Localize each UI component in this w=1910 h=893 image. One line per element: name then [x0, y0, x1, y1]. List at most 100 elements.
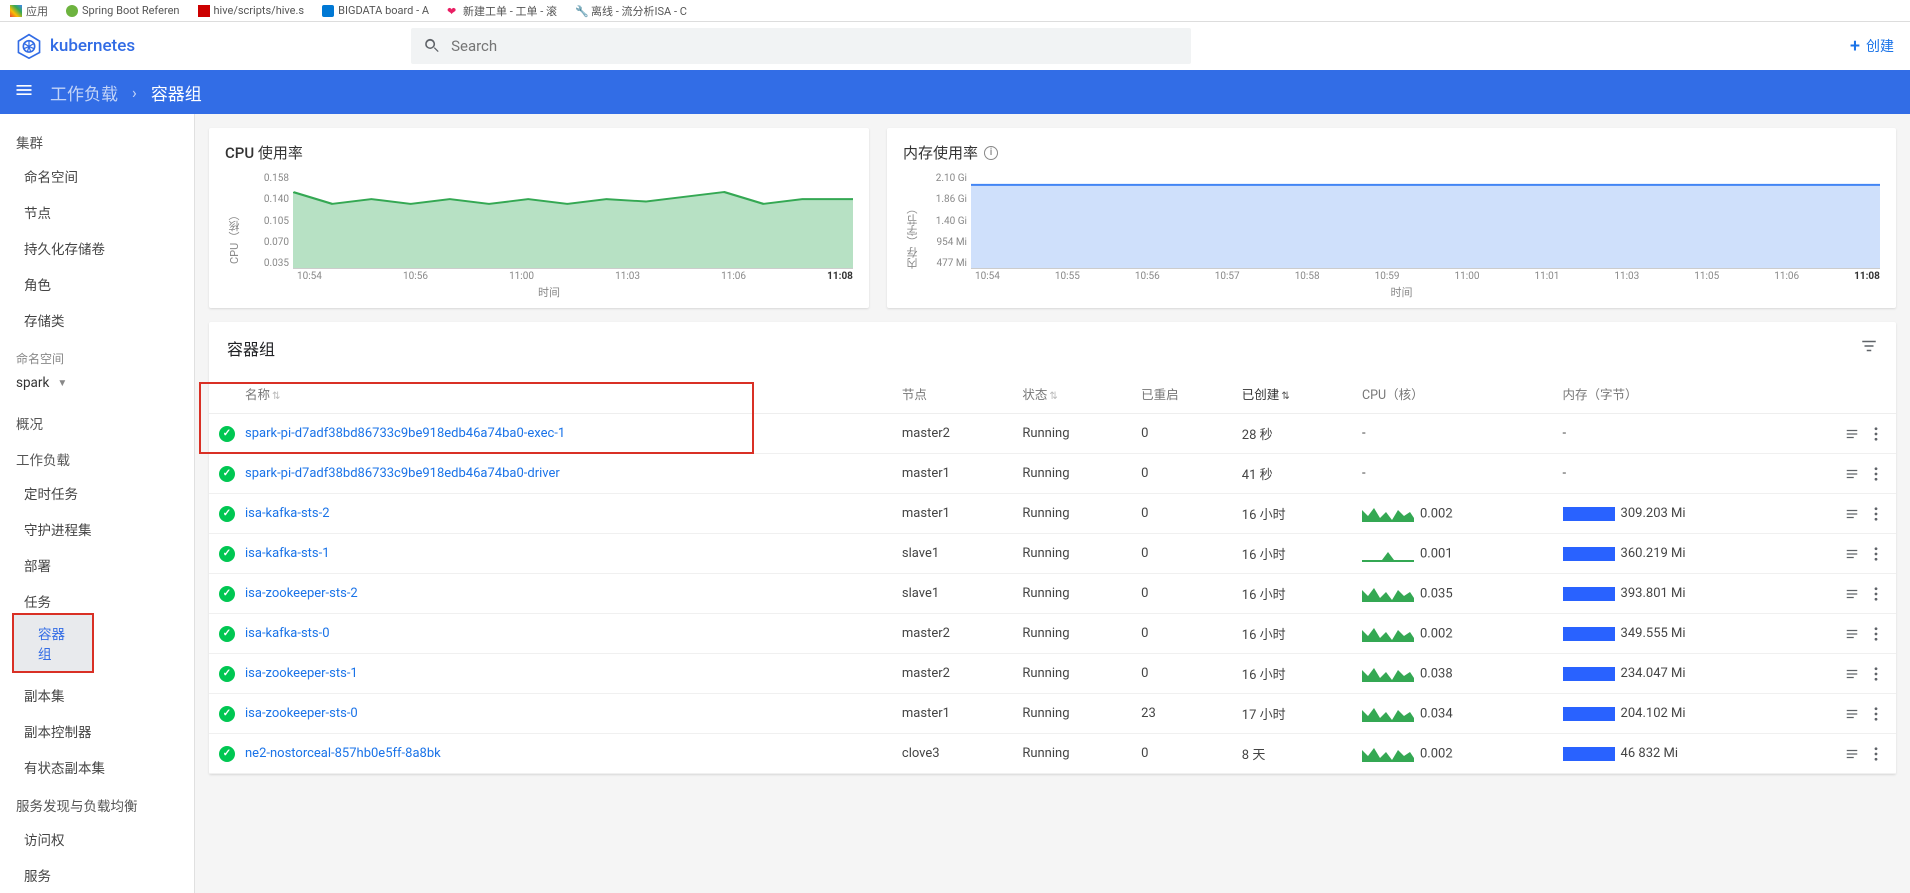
cell-cpu: 0.002: [1354, 614, 1555, 654]
sidebar-item-rc[interactable]: 副本控制器: [0, 713, 194, 749]
th-name[interactable]: 名称⇅: [209, 374, 894, 414]
logs-icon[interactable]: [1844, 426, 1860, 441]
search-input[interactable]: [451, 37, 1179, 55]
pod-link[interactable]: spark-pi-d7adf38bd86733c9be918edb46a74ba…: [245, 426, 565, 441]
browser-tabs: 应用 Spring Boot Referen hive/scripts/hive…: [0, 0, 1910, 22]
pod-link[interactable]: isa-kafka-sts-2: [245, 506, 330, 521]
logo[interactable]: kubernetes: [16, 33, 135, 59]
status-ok-icon: [219, 426, 235, 442]
th-created[interactable]: 已创建⇅: [1234, 374, 1354, 414]
table-row: ne2-nostorceal-857hb0e5ff-8a8bkclove3Run…: [209, 734, 1896, 774]
cell-restarts: 0: [1133, 414, 1234, 454]
cell-restarts: 0: [1133, 734, 1234, 774]
pod-link[interactable]: ne2-nostorceal-857hb0e5ff-8a8bk: [245, 746, 441, 761]
cell-cpu: 0.002: [1354, 494, 1555, 534]
mem-xlabel: 时间: [923, 284, 1880, 300]
cpu-yticks: 0.158 0.140 0.105 0.070 0.035: [245, 173, 293, 269]
namespace-select[interactable]: spark ▼: [0, 371, 194, 403]
plus-icon: +: [1850, 36, 1860, 57]
pod-link[interactable]: spark-pi-d7adf38bd86733c9be918edb46a74ba…: [245, 466, 560, 481]
cell-created: 16 小时: [1234, 534, 1354, 574]
cpu-xlabel: 时间: [245, 284, 853, 300]
pod-link[interactable]: isa-zookeeper-sts-2: [245, 586, 358, 601]
more-icon[interactable]: [1874, 706, 1878, 721]
cell-node: master1: [894, 694, 1014, 734]
th-mem[interactable]: 内存（字节）: [1555, 374, 1816, 414]
pod-link[interactable]: isa-kafka-sts-0: [245, 626, 330, 641]
logs-icon[interactable]: [1844, 706, 1860, 721]
logs-icon[interactable]: [1844, 466, 1860, 481]
cell-status: Running: [1014, 614, 1133, 654]
cell-node: master1: [894, 454, 1014, 494]
browser-tab[interactable]: 离线 - 流分析ISA - C: [591, 3, 687, 19]
logs-icon[interactable]: [1844, 506, 1860, 521]
create-button[interactable]: + 创建: [1850, 36, 1894, 57]
cell-created: 8 天: [1234, 734, 1354, 774]
sidebar-item-storageclass[interactable]: 存储类: [0, 302, 194, 338]
cell-mem: 360.219 Mi: [1555, 534, 1816, 574]
search-icon: [423, 37, 441, 55]
app-topbar: kubernetes + 创建: [0, 22, 1910, 70]
cell-created: 17 小时: [1234, 694, 1354, 734]
sidebar-item-namespaces[interactable]: 命名空间: [0, 158, 194, 194]
more-icon[interactable]: [1874, 506, 1878, 521]
sidebar-item-daemonsets[interactable]: 守护进程集: [0, 511, 194, 547]
breadcrumb-parent[interactable]: 工作负载: [50, 80, 118, 105]
logs-icon[interactable]: [1844, 626, 1860, 641]
sidebar-item-pods[interactable]: 容器组: [14, 615, 92, 671]
th-node[interactable]: 节点: [894, 374, 1014, 414]
pod-link[interactable]: isa-kafka-sts-1: [245, 546, 330, 561]
sidebar-item-deployments[interactable]: 部署: [0, 547, 194, 583]
status-ok-icon: [219, 546, 235, 562]
cell-mem: 349.555 Mi: [1555, 614, 1816, 654]
search-box[interactable]: [411, 28, 1191, 64]
th-cpu[interactable]: CPU（核）: [1354, 374, 1555, 414]
dropdown-icon: ▼: [57, 378, 67, 389]
cell-mem: -: [1555, 414, 1816, 454]
browser-tab[interactable]: Spring Boot Referen: [82, 4, 180, 17]
browser-tab[interactable]: hive/scripts/hive.s: [214, 4, 305, 17]
logs-icon[interactable]: [1844, 546, 1860, 561]
cell-node: master2: [894, 614, 1014, 654]
cell-node: master1: [894, 494, 1014, 534]
browser-tab[interactable]: 应用: [26, 3, 48, 19]
more-icon[interactable]: [1874, 626, 1878, 641]
sidebar-item-statefulsets[interactable]: 有状态副本集: [0, 749, 194, 785]
more-icon[interactable]: [1874, 546, 1878, 561]
browser-tab[interactable]: BIGDATA board - A: [338, 4, 429, 17]
pod-link[interactable]: isa-zookeeper-sts-0: [245, 706, 358, 721]
sidebar-item-cronjobs[interactable]: 定时任务: [0, 475, 194, 511]
logs-icon[interactable]: [1844, 586, 1860, 601]
status-ok-icon: [219, 506, 235, 522]
more-icon[interactable]: [1874, 746, 1878, 761]
sidebar-item-pv[interactable]: 持久化存储卷: [0, 230, 194, 266]
cell-mem: 309.203 Mi: [1555, 494, 1816, 534]
more-icon[interactable]: [1874, 586, 1878, 601]
sidebar-item-roles[interactable]: 角色: [0, 266, 194, 302]
th-status[interactable]: 状态⇅: [1014, 374, 1133, 414]
sidebar-item-ingress[interactable]: 访问权: [0, 821, 194, 857]
cpu-usage-card: CPU 使用率 CPU（核） 0.158 0.140 0.105 0.070 0…: [209, 128, 869, 308]
namespace-value: spark: [16, 375, 49, 391]
kubernetes-icon: [16, 33, 42, 59]
th-restarts[interactable]: 已重启: [1133, 374, 1234, 414]
more-icon[interactable]: [1874, 666, 1878, 681]
cell-status: Running: [1014, 534, 1133, 574]
sidebar-item-nodes[interactable]: 节点: [0, 194, 194, 230]
logs-icon[interactable]: [1844, 666, 1860, 681]
pod-link[interactable]: isa-zookeeper-sts-1: [245, 666, 358, 681]
info-icon[interactable]: i: [984, 146, 998, 160]
sidebar-item-replicasets[interactable]: 副本集: [0, 677, 194, 713]
browser-tab[interactable]: 新建工单 - 工单 - 滚: [463, 3, 557, 19]
more-icon[interactable]: [1874, 426, 1878, 441]
cell-mem: 46 832 Mi: [1555, 734, 1816, 774]
sidebar-group-overview[interactable]: 概况: [0, 403, 194, 439]
cell-status: Running: [1014, 574, 1133, 614]
sidebar-item-services[interactable]: 服务: [0, 857, 194, 893]
menu-icon[interactable]: [14, 80, 36, 105]
cell-mem: -: [1555, 454, 1816, 494]
filter-icon[interactable]: [1860, 337, 1878, 359]
cell-cpu: 0.038: [1354, 654, 1555, 694]
more-icon[interactable]: [1874, 466, 1878, 481]
logs-icon[interactable]: [1844, 746, 1860, 761]
